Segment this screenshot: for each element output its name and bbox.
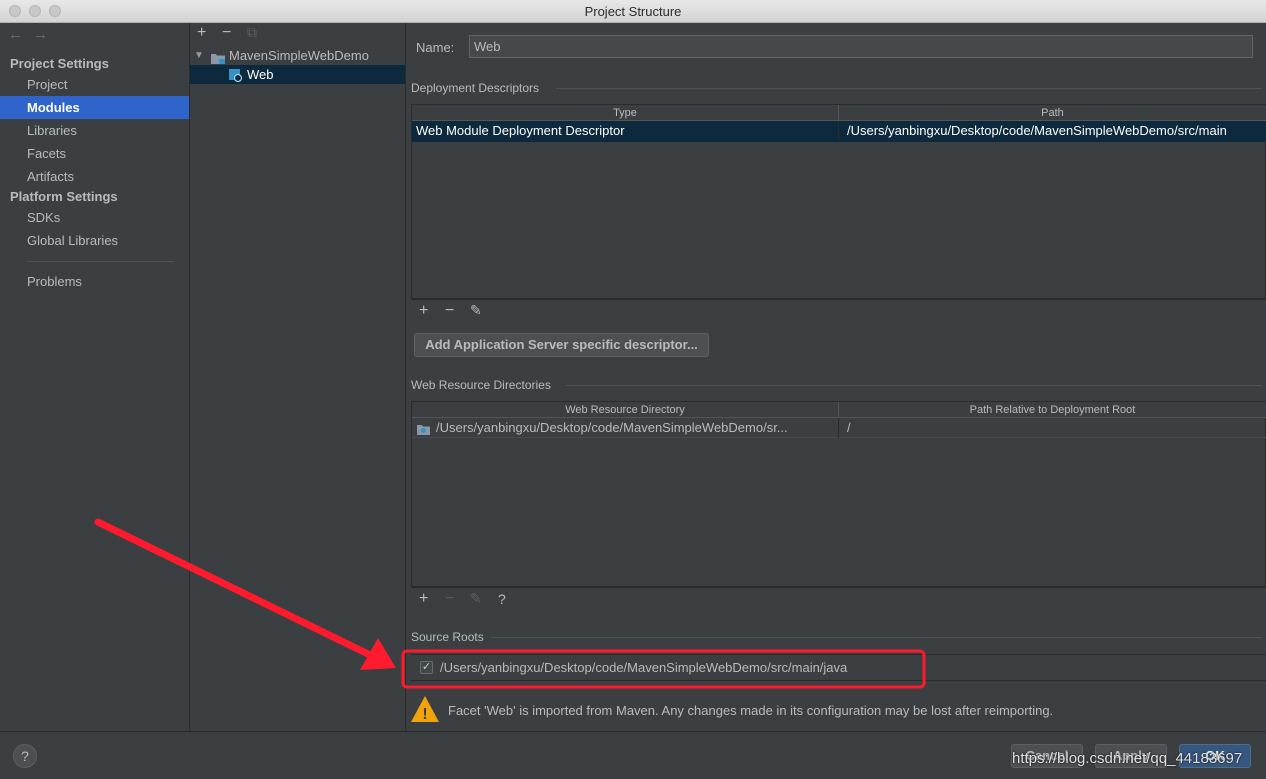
help-button[interactable]: ? (13, 744, 37, 768)
annotation-overlay (94, 518, 926, 689)
annotation-arrow-shaft (94, 518, 372, 658)
dialog-footer: ? Cancel Apply OK https://blog.csdn.net/… (0, 731, 1266, 779)
highlight-box (401, 649, 926, 689)
watermark: https://blog.csdn.net/qq_44183697 (1012, 750, 1243, 767)
